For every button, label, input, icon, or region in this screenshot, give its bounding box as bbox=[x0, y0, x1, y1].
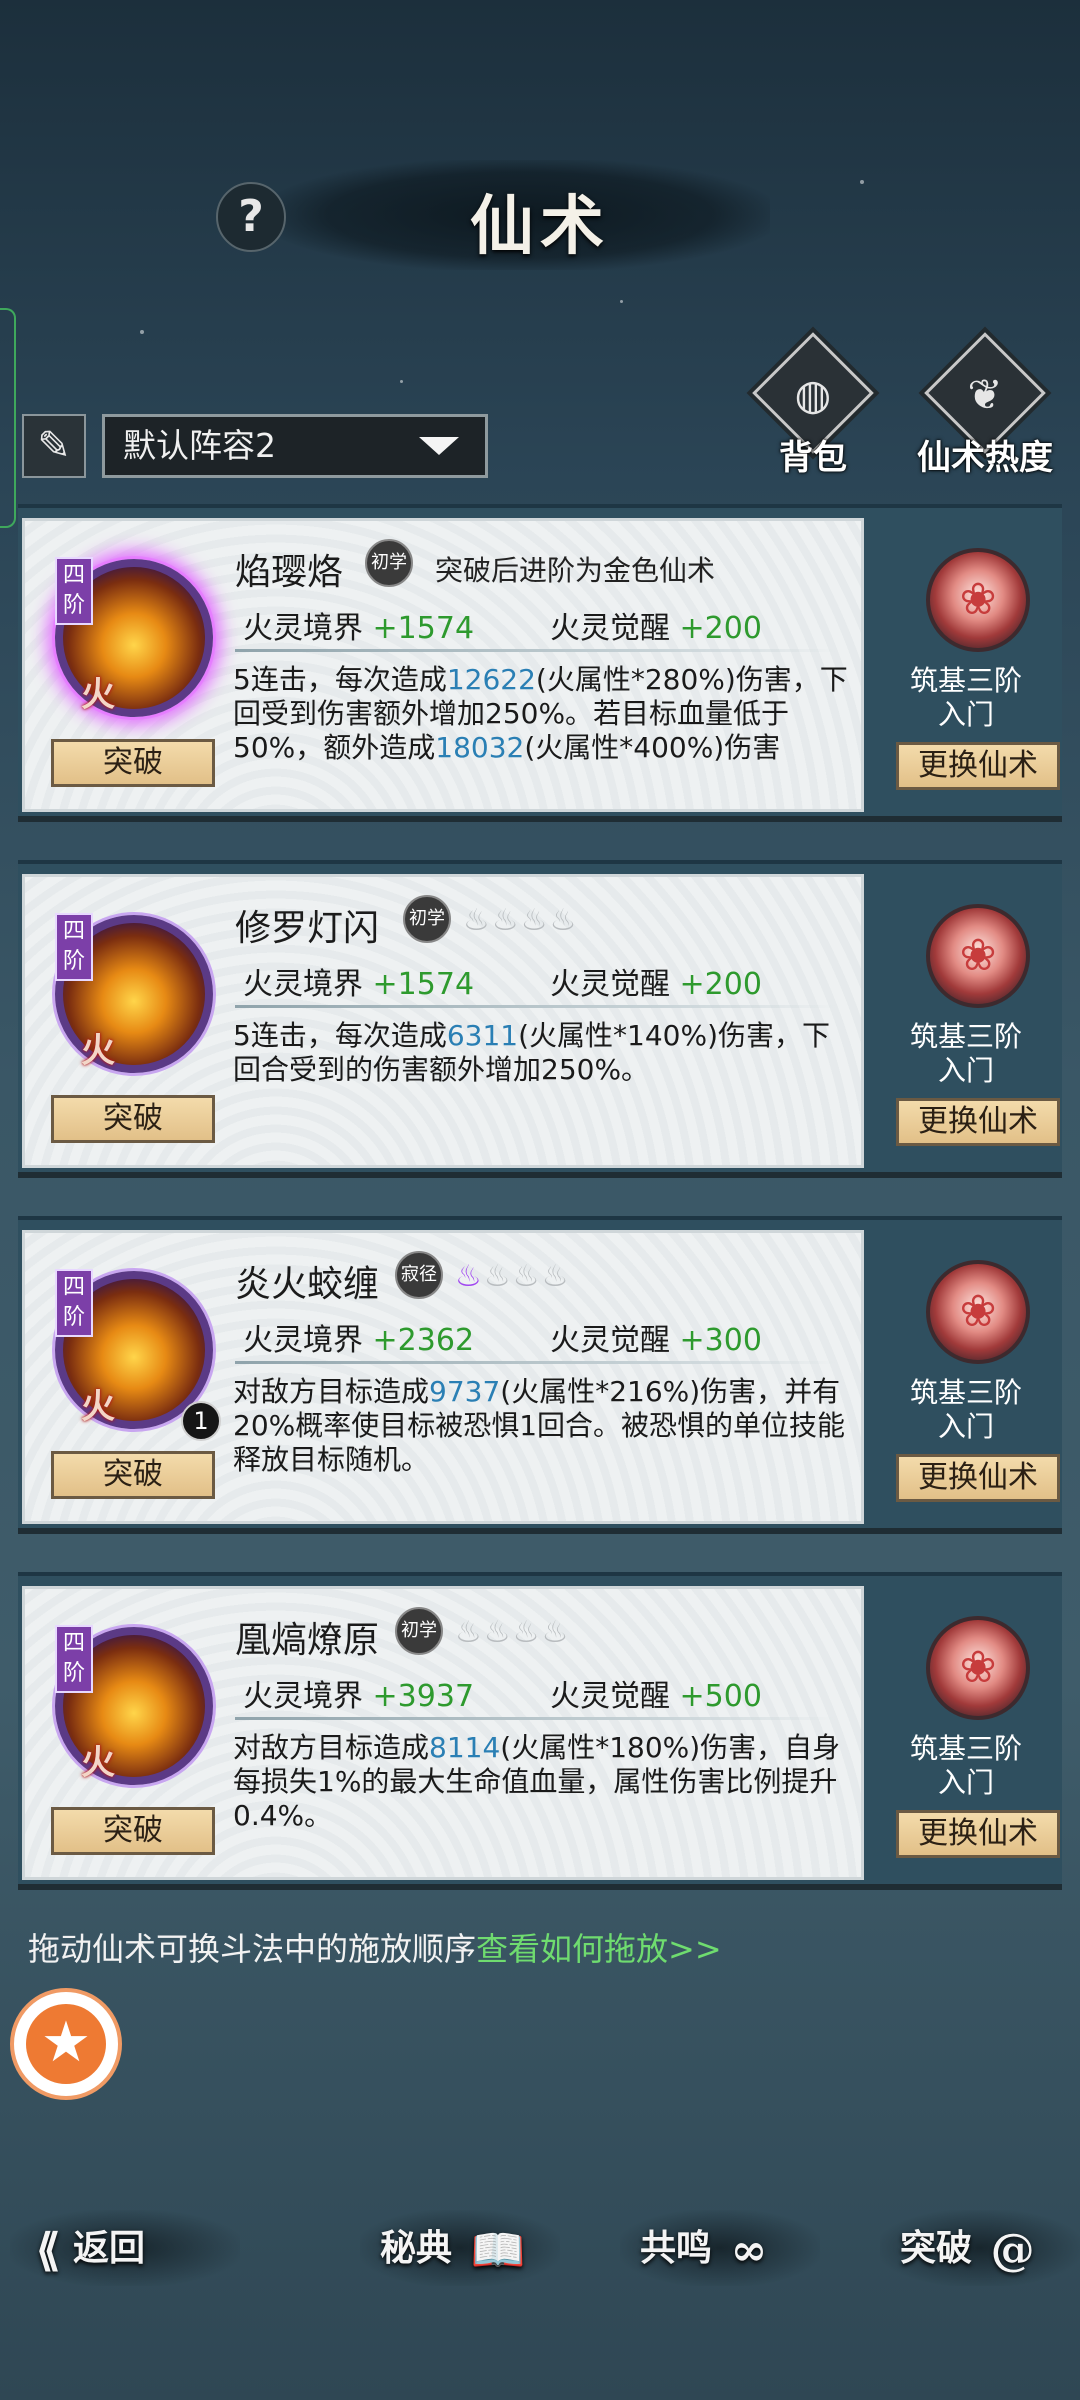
chevron-down-icon bbox=[419, 437, 459, 455]
stat-realm: 火灵境界 +2362 bbox=[243, 1323, 475, 1358]
divider bbox=[235, 1717, 835, 1720]
swap-skill-button[interactable]: 更换仙术 bbox=[896, 1454, 1060, 1502]
stat-awaken: 火灵觉醒 +500 bbox=[550, 1679, 762, 1714]
back-label: 返回 bbox=[73, 2227, 146, 2269]
divider bbox=[235, 1005, 835, 1008]
phoenix-emblem-icon: ❀ bbox=[926, 1260, 1030, 1364]
breakthrough-button[interactable]: 突破 bbox=[51, 1451, 215, 1499]
realm-panel: ❀ 筑基三阶 入门 更换仙术 bbox=[876, 1586, 1060, 1880]
realm-text: 筑基三阶 入门 bbox=[909, 664, 1022, 731]
swirl-icon: ∞ bbox=[730, 2225, 768, 2276]
book-icon: 📖 bbox=[470, 2225, 526, 2276]
swap-skill-button[interactable]: 更换仙术 bbox=[896, 1810, 1060, 1858]
skill-name: 炎火蛟缠 bbox=[235, 1264, 380, 1305]
rank-tag: 四阶 bbox=[55, 1625, 93, 1693]
breakthrough-nav-button[interactable]: 突破 @ bbox=[900, 2214, 1035, 2282]
rank-tag: 四阶 bbox=[55, 1269, 93, 1337]
codex-button[interactable]: 秘典 📖 bbox=[380, 2214, 525, 2282]
skill-card[interactable]: 四阶 火 1 突破 炎火蛟缠 寂径 ♨♨♨♨ 火灵境界 +2362 火灵觉醒 +… bbox=[18, 1216, 1062, 1534]
breakthrough-button[interactable]: 突破 bbox=[51, 1807, 215, 1855]
lineup-selected-value: 默认阵容2 bbox=[123, 426, 276, 465]
count-badge: 1 bbox=[181, 1401, 221, 1441]
skill-card-body: 四阶 火 突破 焰璎烙 初学 突破后进阶为金色仙术 火灵境界 +1574 火灵觉… bbox=[22, 518, 864, 812]
realm-panel: ❀ 筑基三阶 入门 更换仙术 bbox=[876, 1230, 1060, 1524]
phoenix-emblem-icon: ❀ bbox=[926, 904, 1030, 1008]
swap-skill-button[interactable]: 更换仙术 bbox=[896, 1098, 1060, 1146]
skill-description: 对敌方目标造成9737(火属性*216%)伤害，并有20%概率使目标被恐惧1回合… bbox=[233, 1375, 846, 1476]
phoenix-emblem-icon: ❀ bbox=[926, 548, 1030, 652]
star-icon: ★ bbox=[26, 2004, 106, 2084]
background-star bbox=[620, 300, 623, 303]
skill-card-body: 四阶 火 突破 凰熇燎原 初学 ♨♨♨♨ 火灵境界 +3937 火灵觉醒 +50… bbox=[22, 1586, 864, 1880]
drag-hint-text: 拖动仙术可换斗法中的施放顺序 bbox=[28, 1930, 477, 1968]
realm-panel: ❀ 筑基三阶 入门 更换仙术 bbox=[876, 518, 1060, 812]
phoenix-emblem-icon: ❀ bbox=[926, 1616, 1030, 1720]
bag-label: 背包 bbox=[779, 438, 847, 478]
skill-card-body: 四阶 火 突破 修罗灯闪 初学 ♨♨♨♨ 火灵境界 +1574 火灵觉醒 +20… bbox=[22, 874, 864, 1168]
divider bbox=[235, 1361, 835, 1364]
skill-name: 凰熇燎原 bbox=[235, 1620, 380, 1661]
how-to-drag-link[interactable]: 查看如何拖放>> bbox=[476, 1930, 722, 1968]
skill-description: 5连击，每次造成12622(火属性*280%)伤害，下回受到伤害额外增加250%… bbox=[233, 663, 848, 764]
back-button[interactable]: ⟪ 返回 bbox=[30, 2214, 145, 2282]
stat-awaken: 火灵觉醒 +300 bbox=[550, 1323, 762, 1358]
flame-rating-icon: ♨♨♨♨ bbox=[463, 903, 579, 938]
rank-tag: 四阶 bbox=[55, 913, 93, 981]
breakthrough-button[interactable]: 突破 bbox=[51, 739, 215, 787]
resonance-label: 共鸣 bbox=[640, 2227, 713, 2269]
brush-button[interactable]: ✎ bbox=[22, 414, 86, 478]
realm-text: 筑基三阶 入门 bbox=[909, 1020, 1022, 1087]
skill-name: 焰璎烙 bbox=[235, 552, 344, 593]
background-star bbox=[400, 380, 403, 383]
favorite-floating-button[interactable]: ★ bbox=[10, 1988, 122, 2100]
flame-rating-icon: ♨♨♨♨ bbox=[455, 1259, 571, 1294]
vortex-icon: @ bbox=[990, 2225, 1035, 2276]
realm-text: 筑基三阶 入门 bbox=[909, 1376, 1022, 1443]
divider bbox=[235, 649, 835, 652]
skill-card[interactable]: 四阶 火 突破 焰璎烙 初学 突破后进阶为金色仙术 火灵境界 +1574 火灵觉… bbox=[18, 504, 1062, 822]
brush-icon: ✎ bbox=[37, 423, 71, 469]
level-badge-icon: 初学 bbox=[403, 895, 451, 943]
resonance-button[interactable]: 共鸣 ∞ bbox=[640, 2214, 767, 2282]
stat-realm: 火灵境界 +1574 bbox=[243, 611, 475, 646]
stat-awaken: 火灵觉醒 +200 bbox=[550, 611, 762, 646]
lineup-dropdown[interactable]: 默认阵容2 bbox=[102, 414, 488, 478]
stat-awaken: 火灵觉醒 +200 bbox=[550, 967, 762, 1002]
element-tag: 火 bbox=[81, 675, 115, 715]
popularity-label: 仙术热度 bbox=[917, 438, 1053, 478]
back-arrow-icon: ⟪ bbox=[36, 2225, 61, 2276]
skill-description: 5连击，每次造成6311(火属性*140%)伤害，下回合受到的伤害额外增加250… bbox=[233, 1019, 830, 1086]
skill-card-body: 四阶 火 1 突破 炎火蛟缠 寂径 ♨♨♨♨ 火灵境界 +2362 火灵觉醒 +… bbox=[22, 1230, 864, 1524]
stat-realm: 火灵境界 +3937 bbox=[243, 1679, 475, 1714]
skill-card[interactable]: 四阶 火 突破 修罗灯闪 初学 ♨♨♨♨ 火灵境界 +1574 火灵觉醒 +20… bbox=[18, 860, 1062, 1178]
element-tag: 火 bbox=[81, 1743, 115, 1783]
popularity-button[interactable]: ❦ 仙术热度 bbox=[917, 332, 1053, 478]
element-tag: 火 bbox=[81, 1387, 115, 1427]
flame-rating-icon: ♨♨♨♨ bbox=[455, 1615, 571, 1650]
level-badge-icon: 寂径 bbox=[395, 1251, 443, 1299]
realm-text: 筑基三阶 入门 bbox=[909, 1732, 1022, 1799]
level-badge-icon: 初学 bbox=[365, 539, 413, 587]
stat-realm: 火灵境界 +1574 bbox=[243, 967, 475, 1002]
realm-panel: ❀ 筑基三阶 入门 更换仙术 bbox=[876, 874, 1060, 1168]
side-drawer-handle[interactable] bbox=[0, 308, 16, 528]
level-badge-icon: 初学 bbox=[395, 1607, 443, 1655]
codex-label: 秘典 bbox=[380, 2227, 453, 2269]
breakthrough-button[interactable]: 突破 bbox=[51, 1095, 215, 1143]
swap-skill-button[interactable]: 更换仙术 bbox=[896, 742, 1060, 790]
background-star bbox=[140, 330, 144, 334]
skill-name: 修罗灯闪 bbox=[235, 908, 380, 949]
rank-tag: 四阶 bbox=[55, 557, 93, 625]
element-tag: 火 bbox=[81, 1031, 115, 1071]
promote-note: 突破后进阶为金色仙术 bbox=[435, 554, 716, 587]
page-title: 仙术 bbox=[470, 189, 610, 264]
breakthrough-nav-label: 突破 bbox=[900, 2227, 973, 2269]
drag-hint: 拖动仙术可换斗法中的施放顺序查看如何拖放>> bbox=[28, 1924, 722, 1970]
skill-description: 对敌方目标造成8114(火属性*180%)伤害，自身每损失1%的最大生命值血量，… bbox=[233, 1731, 841, 1832]
bag-button[interactable]: ◍ 背包 bbox=[750, 332, 876, 478]
skill-card[interactable]: 四阶 火 突破 凰熇燎原 初学 ♨♨♨♨ 火灵境界 +3937 火灵觉醒 +50… bbox=[18, 1572, 1062, 1890]
